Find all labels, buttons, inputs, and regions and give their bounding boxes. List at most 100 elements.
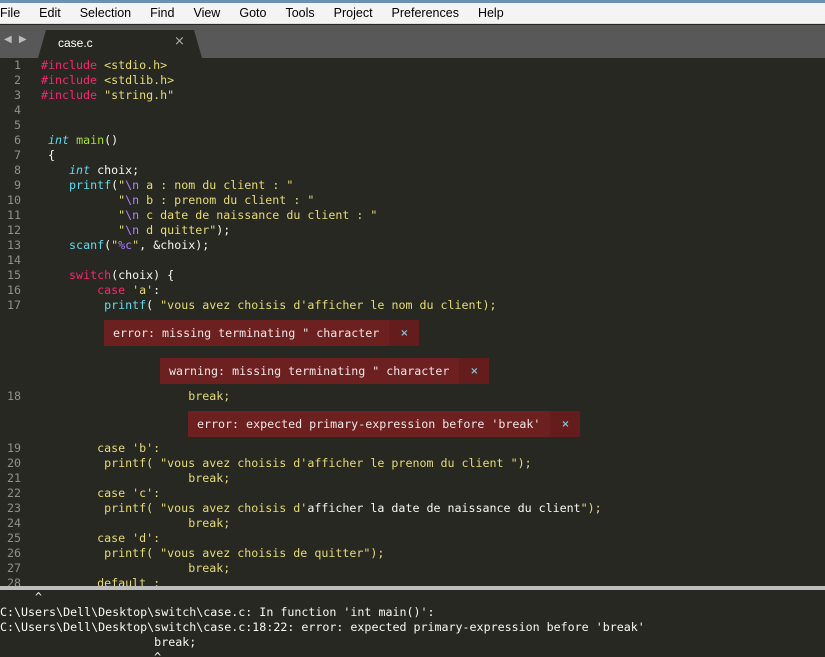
menu-goto[interactable]: Goto: [239, 3, 266, 23]
code-line: 28 default :: [0, 576, 825, 586]
menu-edit[interactable]: Edit: [39, 3, 61, 23]
code-editor[interactable]: 1 #include <stdio.h> 2 #include <stdlib.h> 3…: [0, 58, 825, 586]
line-number: 20: [6, 456, 21, 470]
code-line: 3 #include "string.h": [0, 88, 825, 103]
annotation-close-icon[interactable]: ×: [459, 358, 490, 384]
code-token: a : nom du client : ": [139, 178, 294, 192]
output-line: C:\Users\Dell\Desktop\switch\case.c:18:2…: [0, 620, 645, 634]
menu-tools[interactable]: Tools: [285, 3, 314, 23]
line-number: 1: [13, 58, 21, 72]
code-token: switch: [69, 268, 112, 282]
code-token: c date de naissance du client : ": [139, 208, 378, 222]
code-token: "string.h": [104, 88, 175, 102]
code-text: default :: [41, 576, 160, 586]
line-number: 22: [6, 486, 21, 500]
code-line: 6 int main(): [0, 133, 825, 148]
code-token: case: [97, 283, 126, 297]
tab-case-c[interactable]: case.c ×: [38, 30, 202, 58]
code-token: \n: [125, 178, 140, 192]
menu-help[interactable]: Help: [478, 3, 504, 23]
code-token: break;: [188, 389, 231, 403]
code-token: #include: [41, 88, 98, 102]
code-text: break;: [41, 471, 230, 486]
menu-view[interactable]: View: [193, 3, 220, 23]
code-token: printf: [69, 178, 112, 192]
menu-preferences[interactable]: Preferences: [392, 3, 459, 23]
code-text: printf("\n a : nom du client : ": [41, 178, 293, 193]
tab-bar: ◀ ▶ case.c ×: [0, 25, 825, 58]
tab-label: case.c: [58, 36, 93, 50]
annotation-close-icon[interactable]: ×: [389, 320, 420, 346]
code-line: 17 printf( "vous avez choisis d'afficher…: [0, 298, 825, 313]
code-text: scanf("%c", &choix);: [41, 238, 209, 253]
code-text: #include <stdlib.h>: [41, 73, 174, 88]
code-token: (: [146, 298, 161, 312]
code-token: case 'b':: [97, 441, 161, 455]
annotation-message: error: expected primary-expression befor…: [197, 416, 541, 431]
code-line: 20 printf( "vous avez choisis d'afficher…: [0, 456, 825, 471]
line-number: 21: [6, 471, 21, 485]
annotation-message: error: missing terminating " character: [113, 325, 380, 340]
phantom-error: error: expected primary-expression befor…: [0, 404, 825, 441]
code-token: printf( "vous avez choisis de quitter");: [104, 546, 385, 560]
code-line: 10 "\n b : prenom du client : ": [0, 193, 825, 208]
code-token: \n: [125, 223, 140, 237]
menu-project[interactable]: Project: [334, 3, 373, 23]
code-token: <stdio.h>: [104, 58, 168, 72]
code-token: (choix) {: [111, 268, 175, 282]
code-line: 16 case 'a':: [0, 283, 825, 298]
code-token: printf: [104, 298, 147, 312]
tab-close-icon[interactable]: ×: [174, 34, 185, 49]
code-token: int: [69, 163, 91, 177]
code-token: d quitter": [139, 223, 217, 237]
line-number: 27: [6, 561, 21, 575]
output-line: ^: [0, 590, 43, 604]
menu-find[interactable]: Find: [150, 3, 174, 23]
line-number: 10: [6, 193, 21, 207]
code-token: #include: [41, 58, 98, 72]
line-number: 26: [6, 546, 21, 560]
annotation-close-icon[interactable]: ×: [550, 411, 581, 437]
line-number: 23: [6, 501, 21, 515]
tab-nav-arrows-icon[interactable]: ◀ ▶: [4, 34, 29, 45]
menu-selection[interactable]: Selection: [80, 3, 131, 23]
code-line: 7 {: [0, 148, 825, 163]
line-number: 5: [13, 118, 21, 132]
menu-file[interactable]: File: [0, 3, 20, 23]
code-line: 4: [0, 103, 825, 118]
code-token: default :: [97, 576, 161, 586]
code-line: 14: [0, 253, 825, 268]
code-line: 26 printf( "vous avez choisis de quitter…: [0, 546, 825, 561]
code-text: "\n d quitter");: [41, 223, 230, 238]
line-number: 25: [6, 531, 21, 545]
line-number: 16: [6, 283, 21, 297]
code-token: printf( "vous avez choisis d': [104, 501, 308, 515]
code-line: 11 "\n c date de naissance du client : ": [0, 208, 825, 223]
line-number: 8: [13, 163, 21, 177]
code-token: int: [48, 133, 70, 147]
line-number: 2: [13, 73, 21, 87]
code-token: 'a': [132, 283, 154, 297]
line-number: 6: [13, 133, 21, 147]
line-number: 17: [6, 298, 21, 312]
code-text: int choix;: [41, 163, 139, 178]
build-output-panel: ^ C:\Users\Dell\Desktop\switch\case.c: In…: [0, 590, 825, 657]
code-text: #include <stdio.h>: [41, 58, 167, 73]
code-token: \n: [125, 208, 140, 222]
code-token: main: [76, 133, 105, 147]
code-text: break;: [41, 389, 230, 404]
code-text: {: [41, 148, 55, 163]
code-token: , &choix);: [139, 238, 210, 252]
line-number: 28: [6, 576, 21, 586]
